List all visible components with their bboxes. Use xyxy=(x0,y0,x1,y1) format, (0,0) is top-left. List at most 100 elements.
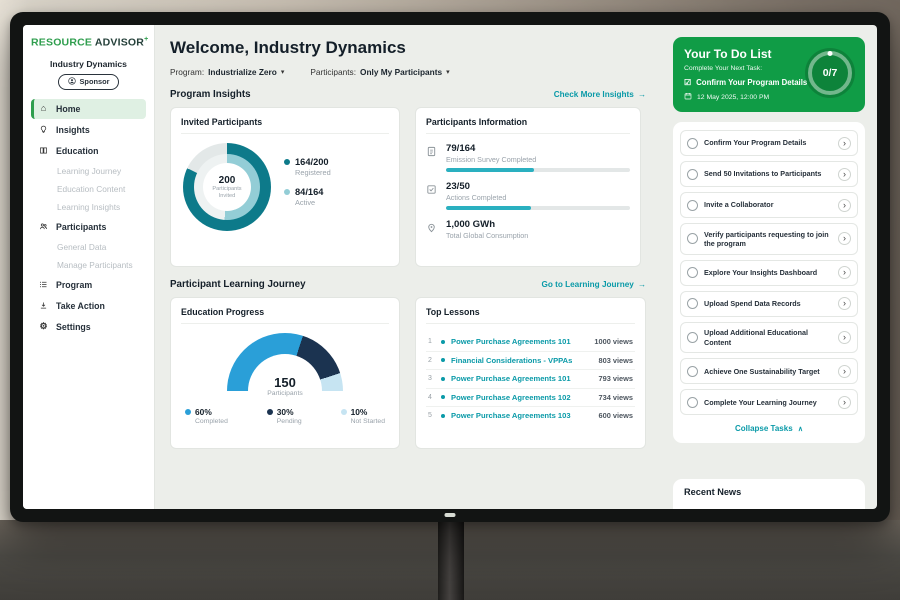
arrow-right-icon: → xyxy=(638,280,646,289)
sidebar-item-settings[interactable]: ⚙ Settings xyxy=(31,317,146,337)
task-label: Verify participants requesting to join t… xyxy=(704,230,832,249)
list-icon xyxy=(38,280,49,289)
lesson-row: 2 Financial Considerations - VPPAs 803 v… xyxy=(426,352,635,371)
go-to-learning-journey-link[interactable]: Go to Learning Journey → xyxy=(541,280,646,289)
chevron-right-icon[interactable]: › xyxy=(838,137,851,150)
legend-label: Active xyxy=(295,198,331,207)
lesson-link[interactable]: Power Purchase Agreements 101 xyxy=(451,374,571,383)
pending-dot-icon xyxy=(267,409,273,415)
collapse-tasks-link[interactable]: Collapse Tasks ∧ xyxy=(680,420,858,439)
chevron-right-icon[interactable]: › xyxy=(838,168,851,181)
education-legend: 60% Completed 30% Pending 10% xyxy=(181,407,389,425)
task-checkbox[interactable] xyxy=(687,200,698,211)
not-started-dot-icon xyxy=(341,409,347,415)
chevron-right-icon[interactable]: › xyxy=(838,266,851,279)
task-row[interactable]: Upload Additional Educational Content › xyxy=(680,322,858,354)
chevron-right-icon[interactable]: › xyxy=(838,297,851,310)
completed-dot-icon xyxy=(185,409,191,415)
sidebar-item-program[interactable]: Program xyxy=(31,275,146,295)
monitor-logo xyxy=(445,513,456,517)
sidebar-item-manage-participants[interactable]: Manage Participants xyxy=(31,256,146,274)
task-label: Complete Your Learning Journey xyxy=(704,398,832,407)
sidebar-item-learning-journey[interactable]: Learning Journey xyxy=(31,162,146,180)
task-row[interactable]: Explore Your Insights Dashboard › xyxy=(680,260,858,286)
bullet-dot-icon xyxy=(441,414,445,418)
task-checkbox[interactable] xyxy=(687,138,698,149)
book-icon xyxy=(38,146,49,155)
chevron-right-icon[interactable]: › xyxy=(838,232,851,245)
gauge-center: 150 Participants xyxy=(227,375,343,397)
nav-label: Take Action xyxy=(56,301,105,311)
lesson-views: 1000 views xyxy=(594,337,633,346)
registered-dot-icon xyxy=(284,159,290,165)
chevron-right-icon[interactable]: › xyxy=(838,331,851,344)
lesson-row: 1 Power Purchase Agreements 101 1000 vie… xyxy=(426,333,635,352)
sponsor-badge: Sponsor xyxy=(58,74,120,90)
legend-value: 164/200 xyxy=(295,157,329,167)
sidebar-item-general-data[interactable]: General Data xyxy=(31,238,146,256)
check-more-insights-link[interactable]: Check More Insights → xyxy=(554,90,646,99)
todo-next-task-label: Confirm Your Program Details xyxy=(696,78,807,87)
sidebar-item-education[interactable]: Education xyxy=(31,141,146,161)
stat-label: Actions Completed xyxy=(446,193,630,202)
task-row[interactable]: Invite a Collaborator › xyxy=(680,192,858,218)
lesson-link[interactable]: Power Purchase Agreements 101 xyxy=(451,337,571,346)
actions-progress-fill xyxy=(446,206,531,210)
task-label: Confirm Your Program Details xyxy=(704,138,832,147)
task-checkbox[interactable] xyxy=(687,169,698,180)
chevron-right-icon[interactable]: › xyxy=(838,365,851,378)
learning-journey-header: Participant Learning Journey Go to Learn… xyxy=(170,279,646,290)
survey-icon xyxy=(426,143,438,172)
lesson-link[interactable]: Power Purchase Agreements 102 xyxy=(451,393,571,402)
sidebar-item-education-content[interactable]: Education Content xyxy=(31,180,146,198)
sidebar-item-home[interactable]: ⌂ Home xyxy=(31,99,146,119)
card-title: Education Progress xyxy=(181,307,389,324)
task-checkbox[interactable] xyxy=(687,267,698,278)
invited-donut-center: 200 Participants Invited xyxy=(203,163,251,211)
todo-progress-ring: 0/7 xyxy=(805,48,855,98)
chevron-right-icon[interactable]: › xyxy=(838,199,851,212)
top-lessons-card: Top Lessons 1 Power Purchase Agreements … xyxy=(415,297,646,449)
task-row[interactable]: Verify participants requesting to join t… xyxy=(680,223,858,255)
legend-item-completed: 60% Completed xyxy=(185,407,228,425)
filter-value: Industrialize Zero xyxy=(208,67,277,77)
card-title: Top Lessons xyxy=(426,307,635,324)
invited-donut-ring-inner: 200 Participants Invited xyxy=(194,154,260,220)
program-filter-dropdown[interactable]: Program: Industrialize Zero ▾ xyxy=(170,67,284,77)
task-row[interactable]: Achieve One Sustainability Target › xyxy=(680,358,858,384)
sidebar-item-take-action[interactable]: Take Action xyxy=(31,296,146,316)
nav-label: Education xyxy=(56,146,99,156)
sidebar-item-learning-insights[interactable]: Learning Insights xyxy=(31,198,146,216)
actions-progress-bar xyxy=(446,206,630,210)
sidebar-item-participants[interactable]: Participants xyxy=(31,217,146,237)
task-label: Explore Your Insights Dashboard xyxy=(704,268,832,277)
invited-legend: 164/200 Registered 84/164 Active xyxy=(284,157,331,217)
bullet-dot-icon xyxy=(441,358,445,362)
sidebar-item-insights[interactable]: Insights xyxy=(31,120,146,140)
arrow-right-icon: → xyxy=(638,90,646,99)
task-row[interactable]: Complete Your Learning Journey › xyxy=(680,389,858,415)
lesson-link[interactable]: Power Purchase Agreements 103 xyxy=(451,411,571,420)
task-row[interactable]: Upload Spend Data Records › xyxy=(680,291,858,317)
task-checkbox[interactable] xyxy=(687,233,698,244)
task-checkbox[interactable] xyxy=(687,366,698,377)
legend-value: 60% xyxy=(195,407,212,417)
task-row[interactable]: Send 50 Invitations to Participants › xyxy=(680,161,858,187)
monitor-bezel: RESOURCE ADVISOR+ Industry Dynamics Spon… xyxy=(10,12,890,522)
participants-filter-dropdown[interactable]: Participants: Only My Participants ▾ xyxy=(310,67,449,77)
lesson-link[interactable]: Financial Considerations - VPPAs xyxy=(451,356,572,365)
legend-label: Pending xyxy=(277,418,302,425)
task-row[interactable]: Confirm Your Program Details › xyxy=(680,130,858,156)
stat-value: 1,000 GWh xyxy=(446,219,630,230)
task-checkbox[interactable] xyxy=(687,397,698,408)
logo-text-primary: RESOURCE xyxy=(31,37,92,49)
todo-panel: Your To Do List Complete Your Next Task:… xyxy=(673,37,865,112)
chevron-right-icon[interactable]: › xyxy=(838,396,851,409)
logo-text-secondary: ADVISOR xyxy=(95,37,144,49)
lesson-views: 734 views xyxy=(598,393,633,402)
task-checkbox[interactable] xyxy=(687,298,698,309)
nav-label: Insights xyxy=(56,125,90,135)
stat-row-actions: 23/50 Actions Completed xyxy=(426,181,630,210)
task-checkbox[interactable] xyxy=(687,332,698,343)
app-screen: RESOURCE ADVISOR+ Industry Dynamics Spon… xyxy=(23,25,877,509)
